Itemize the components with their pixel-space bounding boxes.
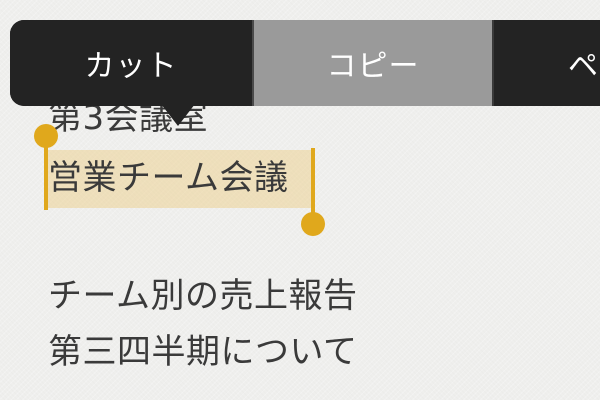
note-line-sales-report[interactable]: チーム別の売上報告 — [48, 274, 357, 318]
paste-button[interactable]: ペ — [494, 20, 600, 106]
selection-start-handle-bar[interactable] — [44, 140, 48, 210]
cut-button[interactable]: カット — [10, 20, 254, 106]
selection-start-handle[interactable] — [34, 124, 58, 148]
note-line-third-quarter[interactable]: 第三四半期について — [48, 330, 357, 374]
edit-menu-pointer — [161, 104, 195, 126]
copy-button[interactable]: コピー — [254, 20, 494, 106]
edit-menu: カット コピー ペ — [10, 20, 600, 106]
selection-end-handle-bar[interactable] — [311, 148, 315, 220]
selection-end-handle[interactable] — [301, 212, 325, 236]
note-line-selected[interactable]: 営業チーム会議 — [48, 156, 288, 200]
